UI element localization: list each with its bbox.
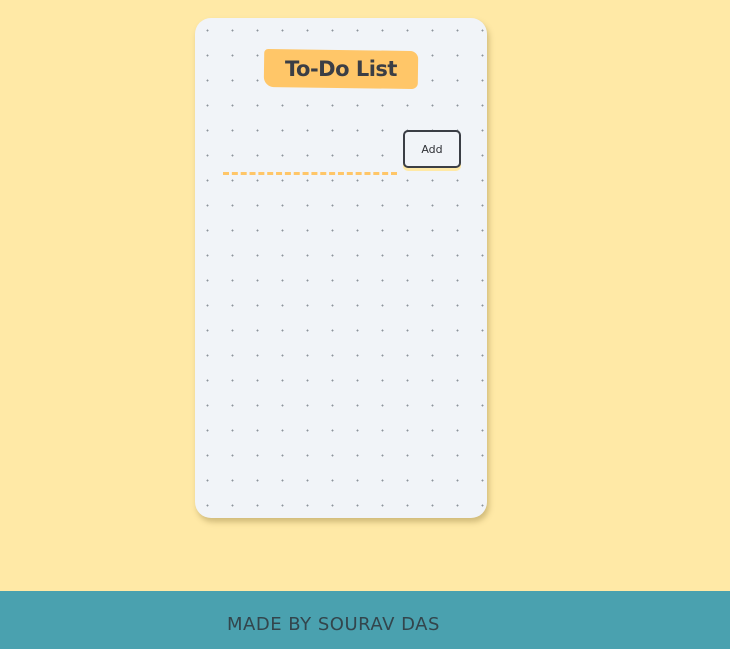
footer: MADE BY SOURAV DAS (0, 591, 730, 649)
title-tag: To-Do List (263, 48, 419, 90)
todo-card: To-Do List Add (195, 18, 487, 518)
add-button[interactable]: Add (403, 130, 461, 168)
task-input[interactable] (223, 154, 397, 175)
footer-credit: MADE BY SOURAV DAS (227, 614, 440, 635)
page-title: To-Do List (285, 57, 397, 81)
